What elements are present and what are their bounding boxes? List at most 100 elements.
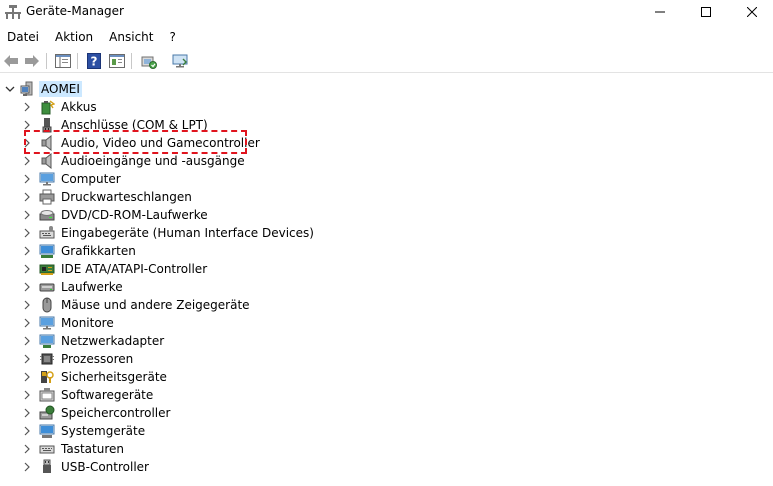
window-title: Geräte-Manager: [26, 4, 124, 18]
chevron-right-icon[interactable]: [22, 426, 32, 436]
minimize-button[interactable]: [637, 0, 683, 24]
tree-category-label[interactable]: Speichercontroller: [61, 405, 170, 421]
tree-category-node[interactable]: Systemgeräte: [0, 422, 400, 440]
tree-category-label[interactable]: Computer: [61, 171, 121, 187]
speaker-icon: [41, 153, 52, 169]
chevron-right-icon[interactable]: [22, 462, 32, 472]
chevron-right-icon[interactable]: [22, 228, 32, 238]
usb-icon: [43, 459, 51, 473]
tree-category-label[interactable]: Laufwerke: [61, 279, 123, 295]
close-icon: [747, 7, 757, 17]
chevron-right-icon[interactable]: [22, 156, 32, 166]
chevron-right-icon[interactable]: [22, 444, 32, 454]
menu-ansicht[interactable]: Ansicht: [101, 27, 161, 47]
tree-root-node[interactable]: AOMEI: [0, 80, 120, 98]
tree-category-label[interactable]: Audioeingänge und -ausgänge: [61, 153, 245, 169]
chevron-right-icon[interactable]: [22, 354, 32, 364]
tree-category-node[interactable]: USB-Controller: [0, 458, 400, 476]
tree-category-node[interactable]: Netzwerkadapter: [0, 332, 400, 350]
update-driver-button[interactable]: [171, 52, 189, 70]
chevron-right-icon[interactable]: [22, 408, 32, 418]
chevron-right-icon[interactable]: [22, 372, 32, 382]
tree-category-node[interactable]: Laufwerke: [0, 278, 400, 296]
tree-category-node[interactable]: Eingabegeräte (Human Interface Devices): [0, 224, 400, 242]
tree-category-label[interactable]: Mäuse und andere Zeigegeräte: [61, 297, 250, 313]
chevron-right-icon[interactable]: [22, 264, 32, 274]
properties-button[interactable]: [108, 52, 126, 70]
tree-category-node[interactable]: Druckwarteschlangen: [0, 188, 400, 206]
chevron-right-icon[interactable]: [22, 174, 32, 184]
chevron-right-icon[interactable]: [22, 300, 32, 310]
chevron-down-icon[interactable]: [5, 84, 15, 94]
system-device-icon: [39, 424, 55, 438]
tree-category-node[interactable]: Audioeingänge und -ausgänge: [0, 152, 400, 170]
tree-category-label[interactable]: IDE ATA/ATAPI-Controller: [61, 261, 207, 277]
monitor-icon: [39, 316, 55, 330]
chevron-right-icon[interactable]: [22, 210, 32, 220]
menu-bar: Datei Aktion Ansicht ?: [0, 27, 184, 47]
chevron-right-icon[interactable]: [22, 318, 32, 328]
tree-category-label[interactable]: Tastaturen: [61, 441, 124, 457]
menu-datei[interactable]: Datei: [0, 27, 47, 47]
tree-category-node[interactable]: Sicherheitsgeräte: [0, 368, 400, 386]
help-icon: ?: [87, 53, 101, 69]
maximize-icon: [701, 7, 711, 17]
tree-category-node[interactable]: Speichercontroller: [0, 404, 400, 422]
console-tree-icon: [55, 54, 71, 68]
tree-category-label[interactable]: Systemgeräte: [61, 423, 145, 439]
tree-category-label[interactable]: Grafikkarten: [61, 243, 136, 259]
software-device-icon: [39, 388, 55, 402]
menu-help[interactable]: ?: [161, 27, 183, 47]
disk-drive-icon: [39, 283, 55, 292]
tree-root-label[interactable]: AOMEI: [39, 81, 82, 97]
chevron-right-icon[interactable]: [22, 282, 32, 292]
properties-icon: [109, 54, 125, 68]
display-adapter-icon: [39, 244, 55, 258]
tree-category-label[interactable]: Netzwerkadapter: [61, 333, 164, 349]
tree-category-node[interactable]: Softwaregeräte: [0, 386, 400, 404]
monitor-update-icon: [172, 54, 188, 68]
close-button[interactable]: [729, 0, 773, 24]
tree-category-node[interactable]: Tastaturen: [0, 440, 400, 458]
tree-category-node[interactable]: DVD/CD-ROM-Laufwerke: [0, 206, 400, 224]
forward-button[interactable]: [23, 52, 41, 70]
back-button[interactable]: [2, 52, 20, 70]
chevron-right-icon[interactable]: [22, 192, 32, 202]
help-button[interactable]: ?: [85, 52, 103, 70]
tree-category-node[interactable]: Mäuse und andere Zeigegeräte: [0, 296, 400, 314]
computer-icon: [39, 172, 55, 186]
tree-category-label[interactable]: Akkus: [61, 99, 97, 115]
tree-category-node[interactable]: Monitore: [0, 314, 400, 332]
tree-category-node[interactable]: IDE ATA/ATAPI-Controller: [0, 260, 400, 278]
toolbar-separator: [46, 53, 47, 69]
tree-category-label[interactable]: Monitore: [61, 315, 114, 331]
tree-category-label[interactable]: Sicherheitsgeräte: [61, 369, 167, 385]
chevron-right-icon[interactable]: [22, 390, 32, 400]
hid-icon: [39, 226, 55, 239]
processor-icon: [40, 353, 54, 365]
show-hide-console-tree-button[interactable]: [54, 52, 72, 70]
tree-category-label[interactable]: USB-Controller: [61, 459, 149, 475]
device-manager-icon: [5, 5, 21, 19]
tree-category-label[interactable]: Druckwarteschlangen: [61, 189, 192, 205]
menu-aktion[interactable]: Aktion: [47, 27, 101, 47]
tree-category-node[interactable]: Computer: [0, 170, 400, 188]
tree-category-label[interactable]: DVD/CD-ROM-Laufwerke: [61, 207, 208, 223]
arrow-right-icon: [25, 55, 39, 67]
tree-category-node[interactable]: Prozessoren: [0, 350, 400, 368]
chevron-right-icon[interactable]: [22, 120, 32, 130]
tree-category-node[interactable]: Akkus: [0, 98, 400, 116]
disc-drive-icon: [39, 210, 55, 221]
chevron-right-icon[interactable]: [22, 246, 32, 256]
printer-icon: [39, 189, 55, 205]
keyboard-icon: [39, 445, 55, 454]
chevron-right-icon[interactable]: [22, 102, 32, 112]
tree-category-label[interactable]: Prozessoren: [61, 351, 133, 367]
maximize-button[interactable]: [683, 0, 729, 24]
tree-category-label[interactable]: Eingabegeräte (Human Interface Devices): [61, 225, 314, 241]
tree-category-node[interactable]: Grafikkarten: [0, 242, 400, 260]
tree-category-label[interactable]: Softwaregeräte: [61, 387, 153, 403]
scan-hardware-button[interactable]: [140, 52, 158, 70]
mouse-icon: [42, 297, 52, 313]
chevron-right-icon[interactable]: [22, 336, 32, 346]
